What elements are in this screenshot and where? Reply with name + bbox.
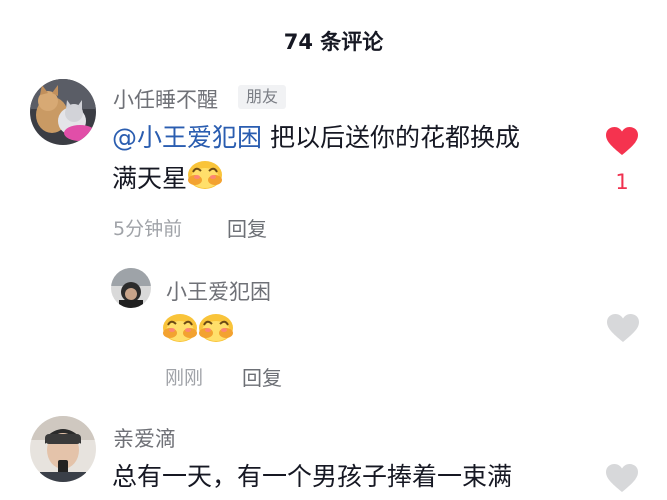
like-button[interactable]: [606, 313, 640, 347]
like-button[interactable]: [605, 463, 639, 497]
comment-text: @小王爱犯困 把以后送你的花都换成 满天星: [112, 118, 592, 202]
cats-avatar-image: [30, 79, 96, 145]
comment-text-line1: 把以后送你的花都换成: [262, 123, 520, 152]
like-button[interactable]: [605, 126, 639, 160]
reply-text: [162, 311, 234, 355]
reply-button[interactable]: 回复: [242, 362, 282, 391]
comment-text-line2: 满天星: [112, 164, 188, 193]
avatar[interactable]: [111, 268, 151, 308]
reply-avatar-image: [111, 268, 151, 308]
reply-button[interactable]: 回复: [227, 213, 267, 242]
heart-icon: [606, 127, 638, 155]
avatar[interactable]: [30, 79, 96, 145]
heart-icon: [607, 314, 639, 342]
heart-icon: [606, 464, 638, 492]
like-count: 1: [615, 170, 629, 194]
user-avatar-image: [30, 416, 96, 482]
comment-text: 总有一天，有一个男孩子捧着一束满: [112, 462, 513, 491]
mention-link[interactable]: @小王爱犯困: [112, 123, 262, 152]
comment-author[interactable]: 亲爱滴: [113, 423, 176, 453]
comment-time: 5分钟前: [113, 218, 183, 240]
reply-author[interactable]: 小王爱犯困: [166, 276, 271, 306]
shy-face-emoji: [162, 311, 198, 355]
reply-time: 刚刚: [165, 367, 204, 389]
comment-author[interactable]: 小任睡不醒: [113, 84, 218, 114]
shy-face-emoji: [198, 311, 234, 355]
avatar[interactable]: [30, 416, 96, 482]
comments-count-title: 74 条评论: [283, 30, 384, 54]
shy-face-emoji: [187, 158, 223, 202]
friend-badge: 朋友: [238, 85, 287, 109]
comments-panel: 74 条评论 小任睡不醒 朋友 @小王爱犯困 把以后送你的花都换成 满天星 5分…: [0, 0, 667, 500]
